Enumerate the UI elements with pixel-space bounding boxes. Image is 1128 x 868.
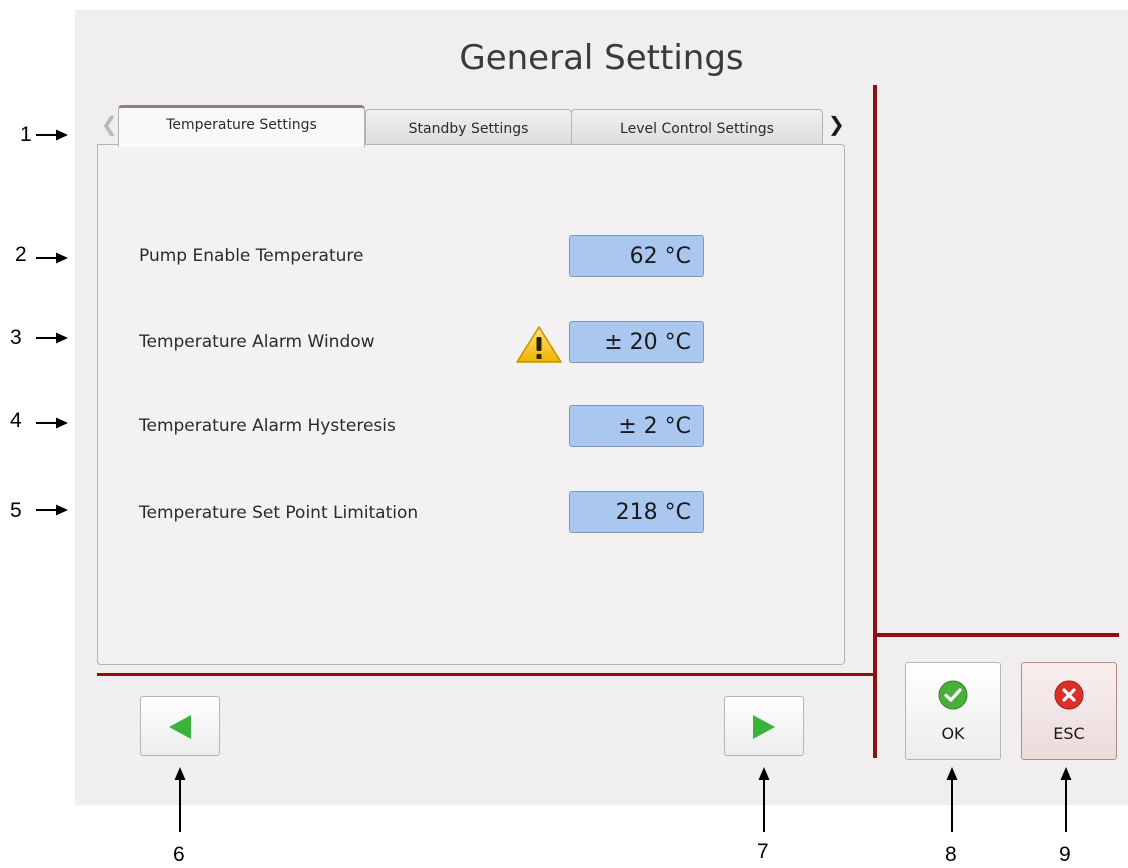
callout-3-number: 3 xyxy=(10,326,22,349)
callout-8-arrow-icon xyxy=(946,767,958,832)
callout-9-arrow-icon xyxy=(1060,767,1072,832)
temperature-alarm-window-label: Temperature Alarm Window xyxy=(139,332,375,352)
temperature-set-point-limitation-field[interactable]: 218 °C xyxy=(569,491,704,533)
bottom-horizontal-divider xyxy=(97,673,875,676)
callout-1-arrow-icon xyxy=(36,129,68,141)
tab-scroll-left-icon[interactable]: ❮ xyxy=(101,112,118,136)
tab-scroll-right-icon[interactable]: ❯ xyxy=(828,112,845,136)
callout-3-arrow-icon xyxy=(36,332,68,344)
callout-2-number: 2 xyxy=(15,243,27,266)
callout-5-number: 5 xyxy=(10,499,22,522)
callout-7-arrow-icon xyxy=(758,767,770,832)
ok-button[interactable]: OK xyxy=(905,662,1001,760)
temperature-alarm-window-field[interactable]: ± 20 °C xyxy=(569,321,704,363)
esc-button[interactable]: ESC xyxy=(1021,662,1117,760)
page-title: General Settings xyxy=(459,38,744,78)
arrow-left-icon xyxy=(169,715,191,739)
pump-enable-temperature-label: Pump Enable Temperature xyxy=(139,246,364,266)
callout-6-number: 6 xyxy=(173,843,185,866)
vertical-divider xyxy=(873,85,877,758)
temperature-set-point-limitation-label: Temperature Set Point Limitation xyxy=(139,503,419,523)
callout-6-arrow-icon xyxy=(174,767,186,832)
callout-5-arrow-icon xyxy=(36,504,68,516)
callout-1-number: 1 xyxy=(20,123,32,146)
warning-icon xyxy=(516,326,562,363)
tab-level-control-settings[interactable]: Level Control Settings xyxy=(571,109,823,145)
checkmark-icon xyxy=(938,680,968,710)
next-button[interactable] xyxy=(724,696,804,756)
callout-7-number: 7 xyxy=(757,840,769,863)
esc-label: ESC xyxy=(1053,724,1085,743)
callout-8-number: 8 xyxy=(945,843,957,866)
temperature-settings-panel: Pump Enable Temperature 62 °C Temperatur… xyxy=(97,144,845,665)
callout-4-number: 4 xyxy=(10,409,22,432)
tab-temperature-settings[interactable]: Temperature Settings xyxy=(118,105,365,147)
callout-4-arrow-icon xyxy=(36,417,68,429)
settings-screen: General Settings ❮ Temperature Settings … xyxy=(75,10,1128,805)
temperature-alarm-hysteresis-label: Temperature Alarm Hysteresis xyxy=(139,416,396,436)
callout-2-arrow-icon xyxy=(36,252,68,264)
previous-button[interactable] xyxy=(140,696,220,756)
callout-9-number: 9 xyxy=(1059,843,1071,866)
right-horizontal-divider xyxy=(877,633,1119,637)
temperature-alarm-hysteresis-field[interactable]: ± 2 °C xyxy=(569,405,704,447)
ok-label: OK xyxy=(941,724,965,743)
arrow-right-icon xyxy=(753,715,775,739)
tab-standby-settings[interactable]: Standby Settings xyxy=(365,109,572,145)
close-icon xyxy=(1054,680,1084,710)
pump-enable-temperature-field[interactable]: 62 °C xyxy=(569,235,704,277)
